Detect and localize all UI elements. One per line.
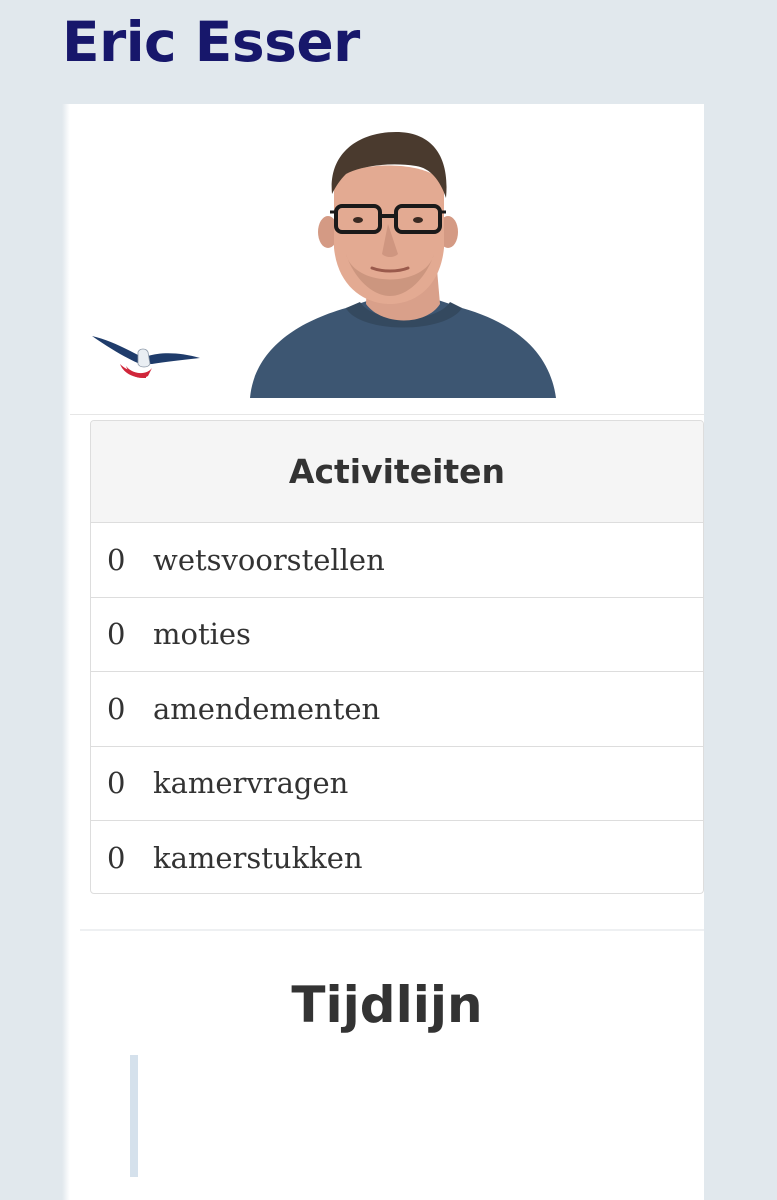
activity-count: 0 <box>107 841 126 876</box>
activity-row-wetsvoorstellen[interactable]: 0 wetsvoorstellen <box>91 523 703 598</box>
section-divider <box>70 414 704 415</box>
activity-label: wetsvoorstellen <box>153 542 385 577</box>
activity-row-amendementen[interactable]: 0 amendementen <box>91 672 703 747</box>
activity-count: 0 <box>107 766 126 801</box>
section-divider <box>80 929 704 931</box>
activity-row-kamerstukken[interactable]: 0 kamerstukken <box>91 821 703 893</box>
activity-label: kamerstukken <box>153 841 363 876</box>
activity-count: 0 <box>107 617 126 652</box>
card-edge-shade <box>62 104 70 1200</box>
activities-header: Activiteiten <box>91 421 703 523</box>
timeline-title: Tijdlijn <box>291 976 483 1034</box>
timeline-line <box>130 1055 138 1177</box>
activities-panel: Activiteiten 0 wetsvoorstellen 0 moties … <box>90 420 704 894</box>
page-title: Eric Esser <box>62 10 360 74</box>
activity-label: kamervragen <box>153 766 349 801</box>
activity-row-moties[interactable]: 0 moties <box>91 598 703 672</box>
activity-count: 0 <box>107 542 126 577</box>
party-logo-icon <box>92 336 200 378</box>
activity-label: moties <box>153 617 251 652</box>
activity-count: 0 <box>107 691 126 726</box>
activity-label: amendementen <box>153 691 381 726</box>
activity-row-kamervragen[interactable]: 0 kamervragen <box>91 747 703 821</box>
activities-title: Activiteiten <box>288 452 506 491</box>
portrait-photo <box>250 132 556 398</box>
